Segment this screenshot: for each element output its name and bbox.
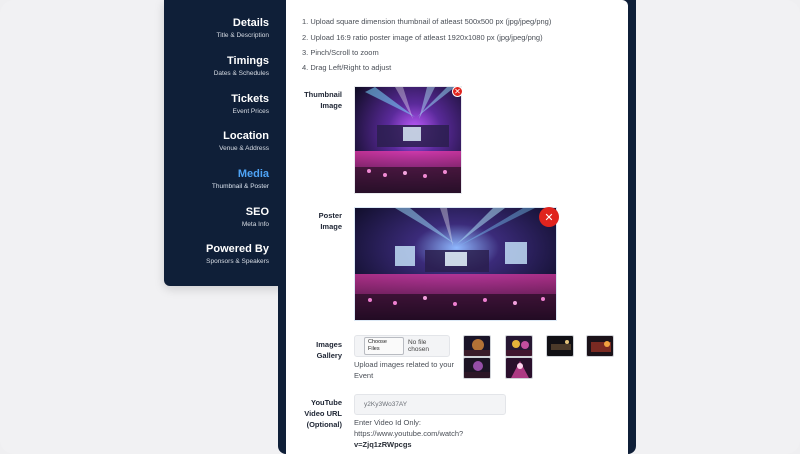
label-line: YouTube: [311, 398, 342, 407]
help-line: https://www.youtube.com/watch?: [354, 429, 464, 438]
instruction-line: 4. Drag Left/Right to adjust: [302, 63, 392, 72]
sidebar-item-title: Timings: [227, 55, 269, 67]
gallery-label: Images Gallery: [286, 339, 342, 361]
media-form-panel: 1. Upload square dimension thumbnail of …: [286, 0, 628, 454]
label-line: Image: [320, 101, 342, 110]
no-file-chosen-text: No file chosen: [407, 339, 429, 353]
sidebar-item-subtitle: Event Prices: [232, 108, 270, 115]
instruction-line: 3. Pinch/Scroll to zoom: [302, 48, 379, 57]
sidebar-item-title: Details: [232, 17, 269, 29]
choose-files-button[interactable]: Choose Files: [364, 337, 404, 355]
poster-remove-button[interactable]: ✕: [539, 207, 559, 227]
close-icon: ✕: [544, 211, 554, 224]
sidebar-item-subtitle: Venue & Address: [219, 145, 269, 152]
label-line: Video URL: [304, 409, 342, 418]
sidebar-item-title: Tickets: [231, 93, 269, 105]
label-line: Poster: [318, 211, 342, 220]
sidebar-item-subtitle: Sponsors & Speakers: [206, 258, 269, 265]
gallery-thumbnail[interactable]: [586, 335, 614, 357]
instruction-line: 2. Upload 16:9 ratio poster image of atl…: [302, 33, 543, 42]
sidebar-item-location[interactable]: Location Venue & Address: [219, 130, 269, 153]
thumbnail-remove-button[interactable]: ✕: [452, 86, 463, 97]
event-form-sidebar: Details Title & Description Timings Date…: [164, 0, 286, 286]
sidebar-item-seo[interactable]: SEO Meta Info: [242, 206, 269, 229]
thumbnail-image[interactable]: [354, 86, 462, 194]
help-line: v=Zjq1zRWpcgs: [354, 440, 412, 449]
gallery-thumbnail[interactable]: [463, 357, 491, 379]
sidebar-item-media[interactable]: Media Thumbnail & Poster: [212, 168, 269, 191]
gallery-thumbnail[interactable]: [505, 357, 533, 379]
sidebar-item-powered-by[interactable]: Powered By Sponsors & Speakers: [206, 243, 269, 266]
label-line: Gallery: [316, 351, 342, 360]
app-stage: Details Title & Description Timings Date…: [0, 0, 800, 454]
thumbnail-label: Thumbnail Image: [286, 89, 342, 111]
gallery-file-input[interactable]: Choose Files No file chosen: [354, 335, 450, 357]
label-line: Images: [316, 340, 342, 349]
label-line: (Optional): [306, 420, 342, 429]
youtube-label: YouTube Video URL (Optional): [286, 397, 342, 430]
gallery-thumbnail[interactable]: [463, 335, 491, 357]
sidebar-item-title: Powered By: [206, 243, 269, 255]
close-icon: ✕: [454, 87, 461, 96]
gallery-thumbnail[interactable]: [505, 335, 533, 357]
label-line: Image: [320, 222, 342, 231]
gallery-thumbnail[interactable]: [546, 335, 574, 357]
poster-image[interactable]: [354, 207, 557, 321]
poster-label: Poster Image: [286, 210, 342, 232]
sidebar-item-title: Location: [223, 130, 269, 142]
help-line: Upload images related to your: [354, 360, 455, 369]
help-line: Event: [354, 371, 374, 380]
label-line: Thumbnail: [304, 90, 342, 99]
sidebar-item-subtitle: Dates & Schedules: [213, 70, 269, 77]
sidebar-item-subtitle: Meta Info: [241, 221, 269, 228]
gallery-help-text: Upload images related to your Event: [354, 359, 454, 381]
sidebar-item-tickets[interactable]: Tickets Event Prices: [231, 93, 269, 116]
instruction-line: 1. Upload square dimension thumbnail of …: [302, 17, 552, 26]
youtube-video-id-input[interactable]: [354, 394, 506, 415]
help-line: Enter Video Id Only:: [354, 418, 421, 427]
youtube-help-text: Enter Video Id Only: https://www.youtube…: [354, 417, 463, 450]
sidebar-item-timings[interactable]: Timings Dates & Schedules: [214, 55, 269, 78]
sidebar-item-details[interactable]: Details Title & Description: [217, 17, 270, 40]
sidebar-item-title: Media: [237, 168, 269, 180]
sidebar-item-subtitle: Title & Description: [216, 32, 270, 39]
sidebar-item-subtitle: Thumbnail & Poster: [211, 183, 269, 190]
sidebar-item-title: SEO: [245, 206, 269, 218]
